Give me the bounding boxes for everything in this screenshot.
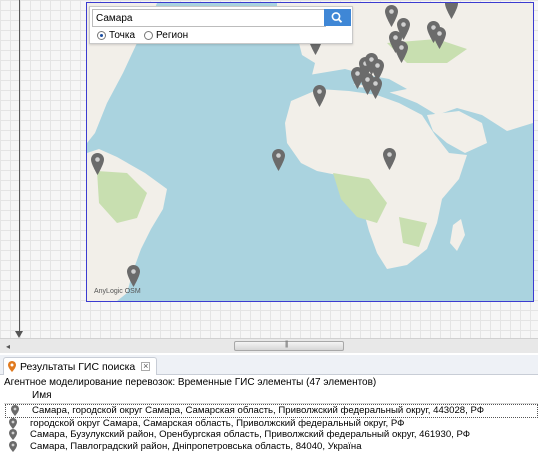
vertical-axis-line — [19, 0, 20, 336]
table-row[interactable]: городской округ Самара, Самарская област… — [4, 417, 538, 430]
gis-search-input[interactable] — [92, 9, 326, 27]
map-pin-icon[interactable] — [433, 27, 446, 49]
gis-results-panel: Результаты ГИС поиска × Агентное моделир… — [0, 355, 538, 458]
scrollbar-thumb[interactable]: ||| — [234, 341, 344, 351]
panel-tab-bar: Результаты ГИС поиска × — [0, 355, 538, 375]
gis-search-panel: Точка Регион — [89, 6, 353, 44]
map-pin-icon — [9, 417, 17, 429]
results-table: Имя Самара, городской округ Самара, Сама… — [4, 389, 538, 452]
search-mode-radio-group: Точка Регион — [97, 30, 197, 41]
scroll-left-arrow-icon[interactable]: ◂ — [6, 342, 10, 351]
map-pin-icon — [9, 440, 17, 452]
close-tab-icon[interactable]: × — [141, 362, 151, 371]
axis-arrow-icon — [15, 331, 23, 338]
radio-region-label: Регион — [156, 30, 189, 41]
table-header: Имя — [4, 389, 538, 404]
scrollbar-grip-icon: ||| — [285, 341, 289, 348]
map-pin-icon[interactable] — [383, 148, 396, 170]
map-pin-icon[interactable] — [369, 77, 382, 99]
row-name: Самара, Павлоградский район, Днiпропетро… — [30, 440, 362, 452]
search-button[interactable] — [324, 9, 351, 26]
gis-map[interactable]: Точка Регион AnyLogic OSM — [86, 2, 534, 302]
row-name: Самара, Бузулукский район, Оренбургская … — [30, 429, 471, 441]
map-pin-icon[interactable] — [313, 85, 326, 107]
radio-point-button[interactable] — [97, 31, 106, 40]
radio-point[interactable]: Точка — [97, 30, 135, 41]
map-pin-icon[interactable] — [91, 153, 104, 175]
map-pin-icon[interactable] — [127, 265, 140, 287]
radio-point-label: Точка — [109, 30, 136, 41]
tab-gis-search-results[interactable]: Результаты ГИС поиска × — [3, 357, 158, 375]
horizontal-scrollbar[interactable]: ◂ ||| — [0, 338, 538, 353]
table-row[interactable]: Самара, городской округ Самара, Самарска… — [5, 404, 538, 418]
radio-region[interactable]: Регион — [144, 30, 188, 41]
row-name: Самара, городской округ Самара, Самарска… — [32, 405, 485, 417]
map-pin-icon[interactable] — [445, 2, 458, 15]
location-pin-icon — [8, 361, 16, 372]
results-summary: Агентное моделирование перевозок: Времен… — [4, 377, 377, 388]
map-pin-icon — [9, 429, 17, 441]
table-row[interactable]: Самара, Павлоградский район, Днiпропетро… — [4, 440, 538, 453]
model-editor-canvas[interactable]: Точка Регион AnyLogic OSM — [0, 0, 538, 338]
map-pin-icon[interactable] — [395, 41, 408, 63]
map-pin-icon[interactable] — [272, 149, 285, 171]
tab-label: Результаты ГИС поиска — [20, 360, 136, 373]
map-attribution: AnyLogic OSM — [94, 288, 141, 295]
search-icon — [331, 12, 343, 23]
map-pin-icon — [11, 405, 19, 417]
radio-region-button[interactable] — [144, 31, 154, 40]
column-header-name[interactable]: Имя — [32, 390, 51, 401]
table-row[interactable]: Самара, Бузулукский район, Оренбургская … — [4, 429, 538, 441]
row-name: городской округ Самара, Самарская област… — [30, 417, 405, 429]
